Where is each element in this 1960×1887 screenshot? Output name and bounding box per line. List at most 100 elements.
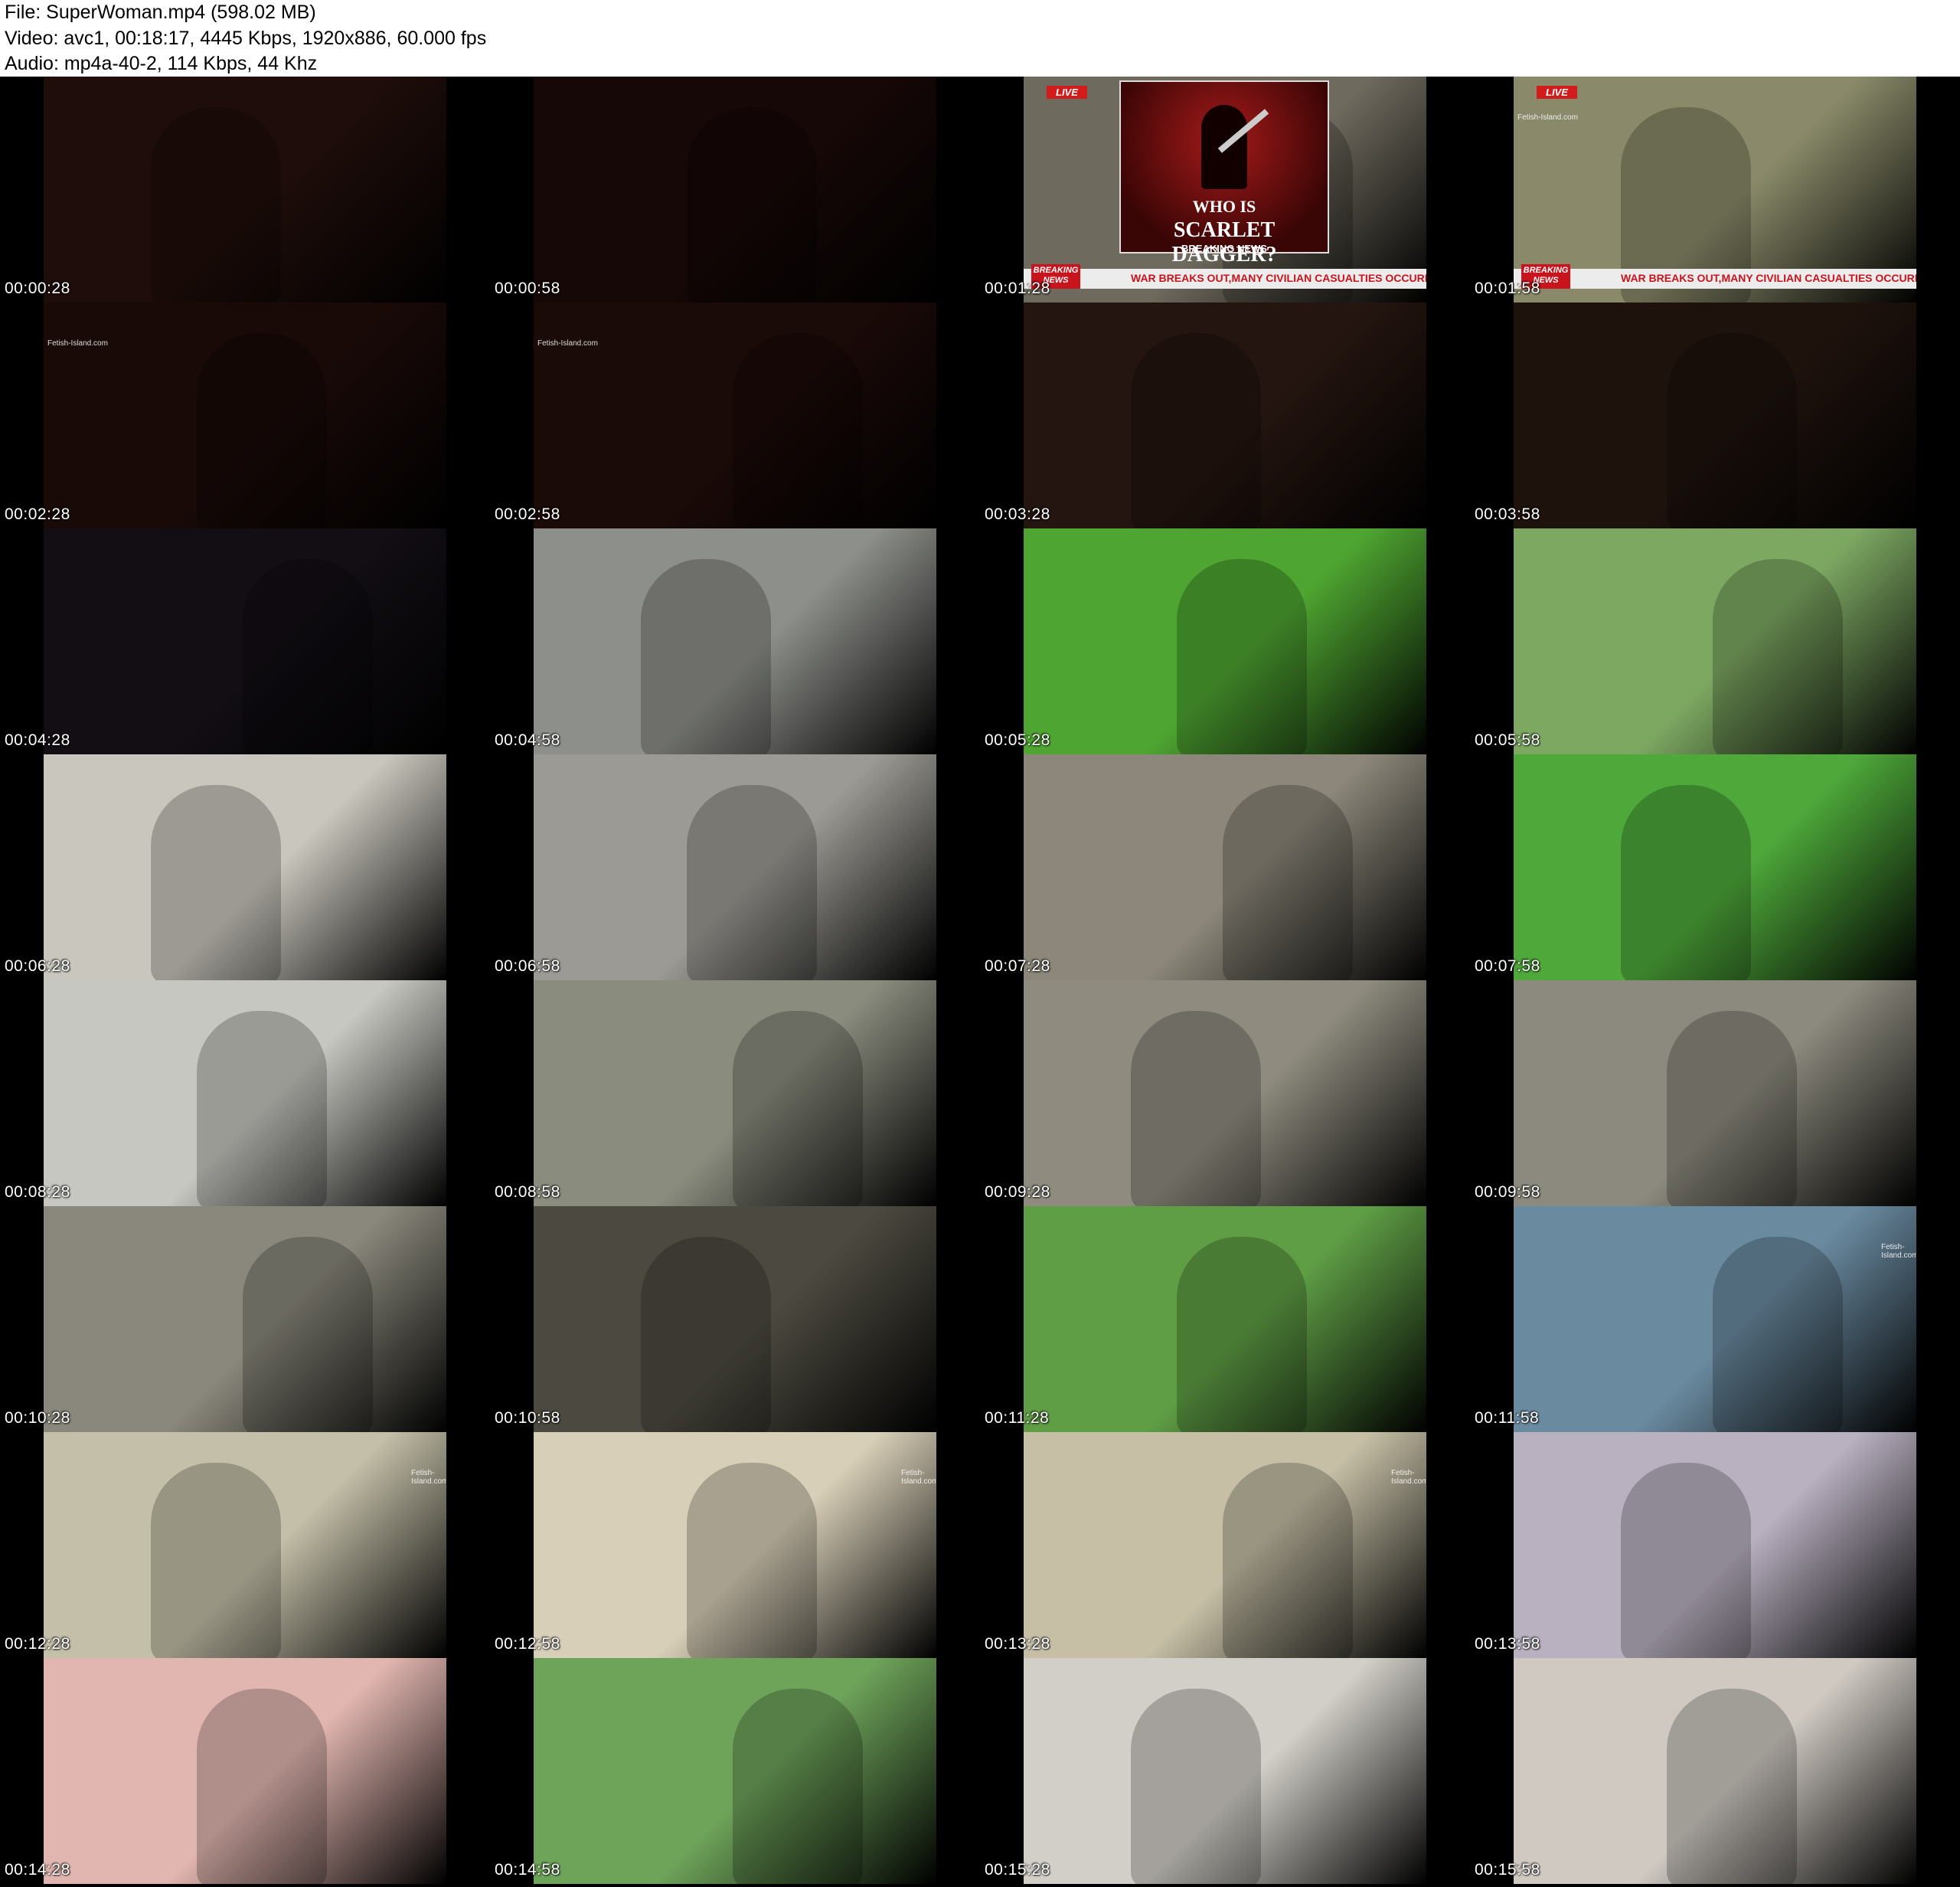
- video-frame: [534, 754, 936, 980]
- thumbnail-cell: 00:11:28: [980, 1206, 1470, 1432]
- timestamp-label: 00:13:28: [985, 1635, 1050, 1653]
- figure-shape: [197, 1689, 327, 1884]
- thumbnail-cell: 00:15:28: [980, 1658, 1470, 1884]
- timestamp-label: 00:08:28: [5, 1183, 70, 1201]
- video-frame: [534, 1206, 936, 1432]
- figure-shape: [1621, 1463, 1751, 1658]
- thumbnail-cell: 00:08:58: [490, 980, 980, 1206]
- watermark-text: Fetish-Island.com: [47, 339, 108, 348]
- figure-shape: [151, 107, 281, 303]
- figure-shape: [687, 1463, 817, 1658]
- video-frame: [534, 528, 936, 754]
- figure-shape: [151, 785, 281, 980]
- video-frame: [1024, 1206, 1426, 1432]
- figure-shape: [1667, 1011, 1797, 1206]
- timestamp-label: 00:08:58: [495, 1183, 560, 1201]
- figure-shape: [1667, 333, 1797, 528]
- thumbnail-cell: 00:00:58: [490, 77, 980, 303]
- figure-shape: [1223, 785, 1353, 980]
- video-frame: Fetish-Island.com: [1514, 1206, 1916, 1432]
- thumbnail-cell: Fetish-Island.com 00:11:58: [1470, 1206, 1960, 1432]
- news-ticker: BREAKING NEWS WAR BREAKS OUT,MANY CIVILIA…: [1024, 264, 1426, 289]
- video-frame: Fetish-Island.com: [44, 1432, 446, 1658]
- video-frame: Fetish-Island.com: [534, 1432, 936, 1658]
- video-frame: LIVE BREAKING NEWS WAR BREAKS OUT,MANY CIV…: [1514, 77, 1916, 303]
- thumbnail-cell: Fetish-Island.com 00:12:58: [490, 1432, 980, 1658]
- figure-shape: [1131, 1689, 1261, 1884]
- timestamp-label: 00:09:28: [985, 1183, 1050, 1201]
- video-frame: [1514, 1658, 1916, 1884]
- figure-shape: [687, 785, 817, 980]
- video-frame: [534, 1658, 936, 1884]
- thumbnail-cell: 00:09:58: [1470, 980, 1960, 1206]
- timestamp-label: 00:10:58: [495, 1409, 560, 1427]
- timestamp-label: 00:06:28: [5, 957, 70, 975]
- live-badge: LIVE: [1047, 86, 1087, 99]
- audio-line: Audio: mp4a-40-2, 114 Kbps, 44 Khz: [5, 53, 318, 74]
- timestamp-label: 00:15:58: [1475, 1861, 1540, 1879]
- timestamp-label: 00:15:28: [985, 1861, 1050, 1879]
- figure-shape: [1713, 559, 1843, 754]
- thumbnail-cell: LIVE WHO IS SCARLET DAGGER? BREAKING NEWS BR…: [980, 77, 1470, 303]
- thumbnail-cell: 00:06:58: [490, 754, 980, 980]
- thumbnail-cell: LIVE BREAKING NEWS WAR BREAKS OUT,MANY CIV…: [1470, 77, 1960, 303]
- timestamp-label: 00:07:58: [1475, 957, 1540, 975]
- figure-shape: [1177, 1237, 1307, 1432]
- thumbnail-cell: 00:03:28: [980, 303, 1470, 528]
- thumbnail-cell: 00:00:28: [0, 77, 490, 303]
- figure-shape: [197, 333, 327, 528]
- video-frame: [1514, 980, 1916, 1206]
- figure-shape: [151, 1463, 281, 1658]
- figure-shape: [1177, 559, 1307, 754]
- ticker-text: WAR BREAKS OUT,MANY CIVILIAN CASUALTIES …: [1621, 272, 1916, 284]
- news-ticker: BREAKING NEWS WAR BREAKS OUT,MANY CIVILIA…: [1514, 264, 1916, 289]
- video-frame: [44, 1658, 446, 1884]
- timestamp-label: 00:02:28: [5, 505, 70, 523]
- thumbnail-cell: 00:04:28: [0, 528, 490, 754]
- thumbnail-cell: 00:15:58: [1470, 1658, 1960, 1884]
- video-frame: [44, 980, 446, 1206]
- timestamp-label: 00:04:28: [5, 731, 70, 749]
- figure-shape: [197, 1011, 327, 1206]
- thumbnail-cell: 00:05:58: [1470, 528, 1960, 754]
- thumbnail-cell: 00:06:28: [0, 754, 490, 980]
- video-frame: [1024, 1658, 1426, 1884]
- thumbnail-cell: Fetish-Island.com 00:02:58: [490, 303, 980, 528]
- thumbnail-cell: 00:04:58: [490, 528, 980, 754]
- live-badge: LIVE: [1537, 86, 1577, 99]
- video-frame: [534, 980, 936, 1206]
- timestamp-label: 00:09:58: [1475, 1183, 1540, 1201]
- video-frame: Fetish-Island.com: [44, 303, 446, 528]
- who-is-text: WHO IS: [1192, 197, 1256, 216]
- video-frame: [1514, 528, 1916, 754]
- video-frame: [534, 77, 936, 303]
- figure-shape: [243, 1237, 373, 1432]
- figure-shape: [1131, 333, 1261, 528]
- timestamp-label: 00:01:58: [1475, 280, 1540, 297]
- timestamp-label: 00:07:28: [985, 957, 1050, 975]
- timestamp-label: 00:03:58: [1475, 505, 1540, 523]
- thumbnail-grid: 00:00:28 00:00:58 LIVE WHO IS SCARLET DAGGER…: [0, 77, 1960, 1887]
- timestamp-label: 00:00:28: [5, 280, 70, 297]
- timestamp-label: 00:05:58: [1475, 731, 1540, 749]
- video-frame: [1024, 303, 1426, 528]
- thumbnail-cell: 00:08:28: [0, 980, 490, 1206]
- figure-shape: [641, 559, 771, 754]
- thumbnail-cell: 00:03:58: [1470, 303, 1960, 528]
- timestamp-label: 00:04:58: [495, 731, 560, 749]
- timestamp-label: 00:06:58: [495, 957, 560, 975]
- timestamp-label: 00:12:28: [5, 1635, 70, 1653]
- timestamp-label: 00:11:58: [1475, 1409, 1540, 1427]
- thumbnail-cell: 00:10:28: [0, 1206, 490, 1432]
- thumbnail-cell: 00:07:28: [980, 754, 1470, 980]
- video-frame: [1514, 303, 1916, 528]
- thumbnail-cell: 00:10:58: [490, 1206, 980, 1432]
- video-frame: Fetish-Island.com: [534, 303, 936, 528]
- timestamp-label: 00:14:28: [5, 1861, 70, 1879]
- timestamp-label: 00:01:28: [985, 280, 1050, 297]
- figure-shape: [1713, 1237, 1843, 1432]
- timestamp-label: 00:03:28: [985, 505, 1050, 523]
- video-frame: [44, 1206, 446, 1432]
- file-info-header: File: SuperWoman.mp4 (598.02 MB) Video: …: [5, 0, 1949, 77]
- video-frame: [44, 528, 446, 754]
